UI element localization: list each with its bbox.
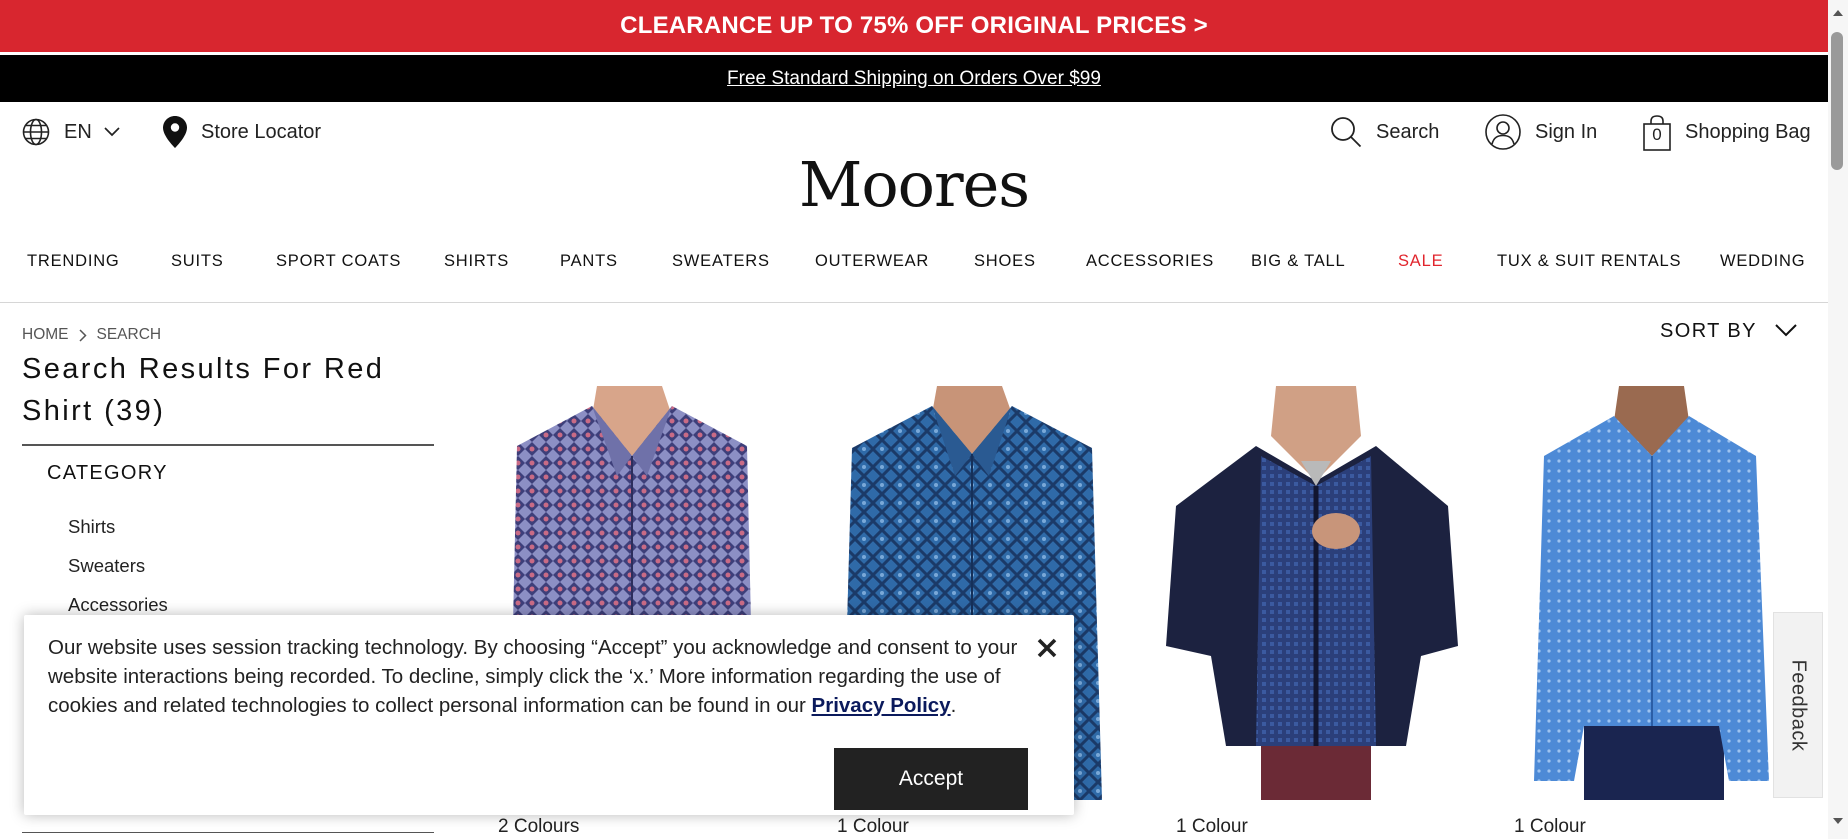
globe-icon [22,118,50,146]
language-label: EN [64,120,92,143]
scrollbar-thumb[interactable] [1831,32,1843,170]
product-card[interactable] [1166,386,1458,800]
nav-big-and-tall[interactable]: BIG & TALL [1251,240,1346,282]
user-icon [1485,114,1521,150]
shopping-bag-label: Shopping Bag [1685,120,1811,143]
nav-tux-suit-rentals[interactable]: TUX & SUIT RENTALS [1497,240,1681,282]
scroll-up-arrow[interactable] [1833,10,1843,16]
shopping-bag-icon: 0 [1643,115,1671,151]
chevron-down-icon [104,127,120,137]
nav-divider [0,302,1828,303]
sign-in-label: Sign In [1535,120,1598,143]
filter-option[interactable]: Accessories [68,594,168,616]
title-divider [22,444,434,446]
accept-button[interactable]: Accept [834,748,1028,810]
nav-outerwear[interactable]: OUTERWEAR [815,240,929,282]
search-label: Search [1376,120,1440,143]
category-facet-title[interactable]: CATEGORY [47,462,168,485]
search-icon [1330,116,1362,148]
scroll-down-arrow[interactable] [1833,818,1843,824]
breadcrumb-home[interactable]: HOME [22,326,69,344]
product-image[interactable] [1524,386,1774,800]
product-card[interactable] [1524,386,1774,800]
breadcrumb-current: SEARCH [96,326,162,343]
filter-option[interactable]: Sweaters [68,555,145,577]
nav-wedding[interactable]: WEDDING [1720,240,1805,282]
filter-option[interactable]: Shirts [68,516,115,538]
promo-text[interactable]: CLEARANCE UP TO 75% OFF ORIGINAL PRICES … [620,12,1208,40]
free-shipping-link[interactable]: Free Standard Shipping on Orders Over $9… [727,68,1101,90]
cookie-consent-dialog: Our website uses session tracking techno… [24,615,1074,815]
sort-by-label: SORT BY [1660,320,1757,342]
sort-by-dropdown[interactable]: SORT BY [1660,320,1797,343]
product-image[interactable] [1166,386,1458,800]
privacy-policy-link[interactable]: Privacy Policy [812,694,951,717]
store-locator-label: Store Locator [201,120,322,143]
nav-sweaters[interactable]: SWEATERS [672,240,770,282]
shipping-banner: Free Standard Shipping on Orders Over $9… [0,55,1828,102]
product-colour-count: 1 Colour [1176,816,1248,837]
nav-suits[interactable]: SUITS [171,240,224,282]
nav-sale[interactable]: SALE [1398,240,1443,282]
nav-trending[interactable]: TRENDING [27,240,120,282]
breadcrumb: HOME SEARCH [22,326,161,344]
moores-logo[interactable]: Moores [0,148,1828,221]
product-colour-count: 1 Colour [1514,816,1586,837]
nav-shirts[interactable]: SHIRTS [444,240,509,282]
cookie-message: Our website uses session tracking techno… [48,633,1028,720]
nav-shoes[interactable]: SHOES [974,240,1036,282]
cookie-tail: . [950,694,957,717]
chevron-right-icon [78,328,87,342]
feedback-label: Feedback [1787,659,1810,751]
clearance-promo-banner[interactable]: CLEARANCE UP TO 75% OFF ORIGINAL PRICES … [0,0,1828,52]
main-navigation: TRENDING SUITS SPORT COATS SHIRTS PANTS … [0,240,1828,282]
nav-pants[interactable]: PANTS [560,240,618,282]
bag-count: 0 [1652,125,1662,144]
nav-accessories[interactable]: ACCESSORIES [1086,240,1214,282]
feedback-tab[interactable]: Feedback [1773,612,1823,798]
location-pin-icon [163,116,187,148]
facet-divider [22,832,434,833]
page-title: Search Results For Red Shirt (39) [22,353,385,427]
product-colour-count: 2 Colours [498,816,580,837]
nav-sport-coats[interactable]: SPORT COATS [276,240,401,282]
chevron-down-icon [1757,320,1797,343]
product-colour-count: 1 Colour [837,816,909,837]
close-icon[interactable] [1034,635,1060,661]
